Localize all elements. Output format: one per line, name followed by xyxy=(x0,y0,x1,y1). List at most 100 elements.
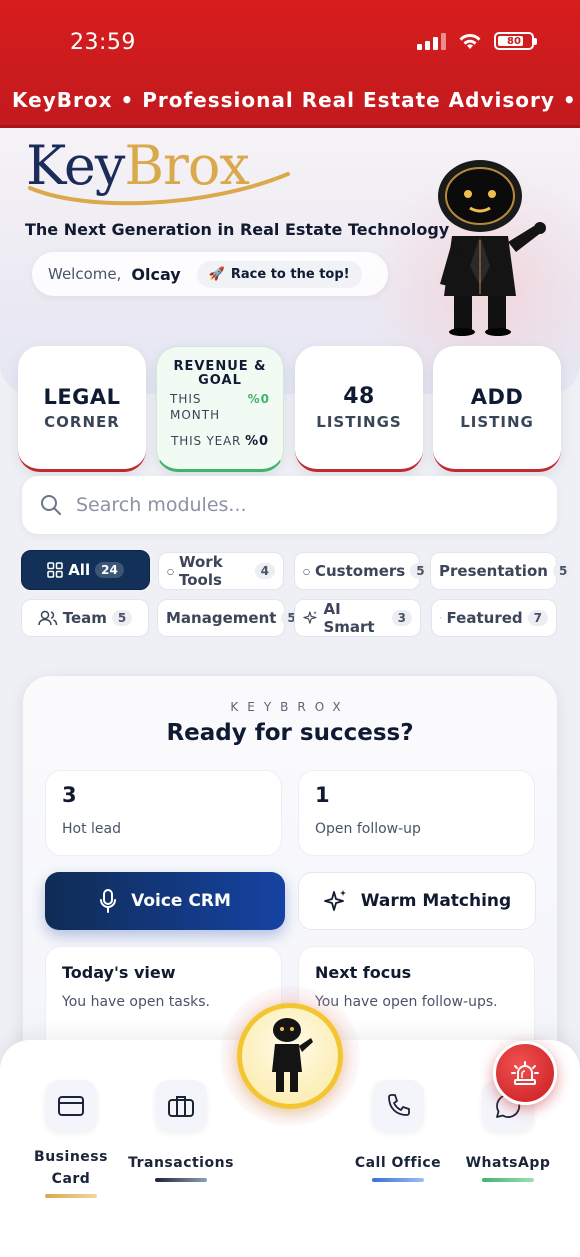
filter-label: All xyxy=(68,561,91,579)
battery-level: 80 xyxy=(507,35,521,47)
goal-this-label: THIS xyxy=(170,391,202,406)
race-chip[interactable]: 🚀 Race to the top! xyxy=(196,260,362,288)
nav-indicator xyxy=(372,1178,424,1182)
listings-label: LISTINGS xyxy=(316,413,402,431)
voice-crm-label: Voice CRM xyxy=(131,891,231,911)
panel-title: Ready for success? xyxy=(166,720,414,746)
hot-lead-count: 3 xyxy=(62,783,77,807)
filter-label: Customers xyxy=(314,562,406,580)
open-followup-stat[interactable]: 1 Open follow-up xyxy=(298,770,535,856)
goal-month-value: %0 xyxy=(247,391,270,406)
add-card-line1: ADD xyxy=(470,384,524,409)
tagline: The Next Generation in Real Estate Techn… xyxy=(25,220,450,239)
sparkle-icon xyxy=(303,611,317,624)
nav-transactions-label: Transactions xyxy=(128,1155,234,1171)
hot-lead-stat[interactable]: 3 Hot lead xyxy=(45,770,282,856)
filter-label: Team xyxy=(62,609,107,627)
goal-title-1: REVENUE & xyxy=(173,358,267,374)
add-listing-card[interactable]: ADD LISTING xyxy=(433,346,561,472)
microphone-icon xyxy=(100,889,117,913)
filter-label: Presentation xyxy=(439,562,548,580)
search-icon xyxy=(41,495,61,515)
filter-count: 7 xyxy=(527,610,548,626)
today-view-title: Today's view xyxy=(62,963,176,982)
assistant-button[interactable] xyxy=(220,986,360,1126)
goal-year-value: %0 xyxy=(245,433,269,449)
nav-call-office[interactable]: Call Office xyxy=(338,1080,458,1182)
filter-count: 4 xyxy=(254,563,275,579)
user-name: Olcay xyxy=(131,264,181,284)
revenue-goal-card[interactable]: REVENUE & GOAL THIS %0 MONTH THIS YEAR %… xyxy=(156,346,284,472)
legal-card-line1: LEGAL xyxy=(43,384,121,409)
filter-label: Work Tools xyxy=(178,553,223,589)
listings-card[interactable]: 48 LISTINGS xyxy=(295,346,423,472)
listings-count: 48 xyxy=(343,384,375,409)
filter-customers[interactable]: ○ Customers 5 xyxy=(294,552,431,590)
goal-month-row-2: MONTH xyxy=(170,408,270,422)
filter-all[interactable]: All 24 xyxy=(21,550,150,590)
nav-call-office-label: Call Office xyxy=(354,1155,442,1171)
assistant-button-inner xyxy=(237,1003,343,1109)
filter-management[interactable]: Management 5 xyxy=(157,599,302,637)
card-icon xyxy=(45,1080,97,1132)
filter-count: 3 xyxy=(391,610,412,626)
search-input[interactable] xyxy=(76,494,516,516)
filter-count: 5 xyxy=(410,563,431,579)
robot-mascot xyxy=(438,160,546,336)
nav-transactions[interactable]: Transactions xyxy=(121,1080,241,1182)
wifi-icon xyxy=(459,34,481,49)
search-bar xyxy=(22,476,557,534)
filter-team[interactable]: Team 5 xyxy=(21,599,149,637)
status-time: 23:59 xyxy=(70,30,136,55)
dot-icon: ○ xyxy=(303,566,310,576)
nav-indicator xyxy=(45,1194,97,1198)
filter-count: 24 xyxy=(95,562,124,578)
nav-business-card[interactable]: Business Card xyxy=(11,1080,131,1198)
quick-cards: LEGAL CORNER REVENUE & GOAL THIS %0 MONT… xyxy=(18,346,563,474)
emergency-alarm-button[interactable] xyxy=(493,1041,557,1105)
logo-swoosh xyxy=(28,172,290,206)
status-icons: 80 xyxy=(417,32,537,50)
flame-icon xyxy=(440,617,442,619)
followup-label: Open follow-up xyxy=(315,821,421,837)
today-view-text: You have open tasks. xyxy=(62,994,210,1010)
legal-card-line2: CORNER xyxy=(44,412,120,431)
filter-featured[interactable]: Featured 7 xyxy=(431,599,557,637)
battery-icon: 80 xyxy=(494,32,537,50)
add-card-line2: LISTING xyxy=(460,412,534,431)
phone-icon xyxy=(372,1080,424,1132)
goal-month-label: MONTH xyxy=(170,407,221,422)
nav-indicator xyxy=(155,1178,207,1182)
hot-lead-label: Hot lead xyxy=(62,821,122,837)
siren-icon xyxy=(511,1061,539,1085)
dot-icon: ○ xyxy=(167,566,174,576)
goal-title-2: GOAL xyxy=(198,372,242,388)
top-bar: 23:59 80 KeyBrox • Professional Real Est… xyxy=(0,0,580,128)
briefcase-icon xyxy=(155,1080,207,1132)
voice-crm-button[interactable]: Voice CRM xyxy=(45,872,285,930)
panel-brand: KEYBROX xyxy=(230,700,350,714)
welcome-label: Welcome, xyxy=(48,265,122,283)
signal-icon xyxy=(417,32,446,50)
robot-mascot-icon xyxy=(272,1018,313,1092)
goal-month-row: THIS %0 xyxy=(170,392,270,406)
filter-label: Management xyxy=(166,609,277,627)
ticker-text: KeyBrox • Professional Real Estate Advis… xyxy=(12,88,580,112)
goal-year-row: THIS YEAR %0 xyxy=(171,434,269,449)
filter-label: AI Smart xyxy=(323,600,375,636)
followup-count: 1 xyxy=(315,783,330,807)
filter-ai-smart[interactable]: AI Smart 3 xyxy=(294,599,421,637)
filter-count: 5 xyxy=(111,610,133,626)
nav-business-card-label: Business Card xyxy=(34,1149,108,1187)
team-icon xyxy=(37,610,57,626)
race-chip-label: Race to the top! xyxy=(230,266,350,282)
warm-matching-button[interactable]: Warm Matching xyxy=(298,872,536,930)
nav-indicator xyxy=(482,1178,534,1182)
next-focus-title: Next focus xyxy=(315,963,412,982)
nav-whatsapp-label: WhatsApp xyxy=(465,1155,551,1171)
welcome-pill: Welcome, Olcay 🚀 Race to the top! xyxy=(32,252,388,296)
filter-label: Featured xyxy=(446,609,523,627)
legal-corner-card[interactable]: LEGAL CORNER xyxy=(18,346,146,472)
filter-presentation[interactable]: Presentation 5 xyxy=(430,552,574,590)
filter-work-tools[interactable]: ○ Work Tools 4 xyxy=(158,552,284,590)
